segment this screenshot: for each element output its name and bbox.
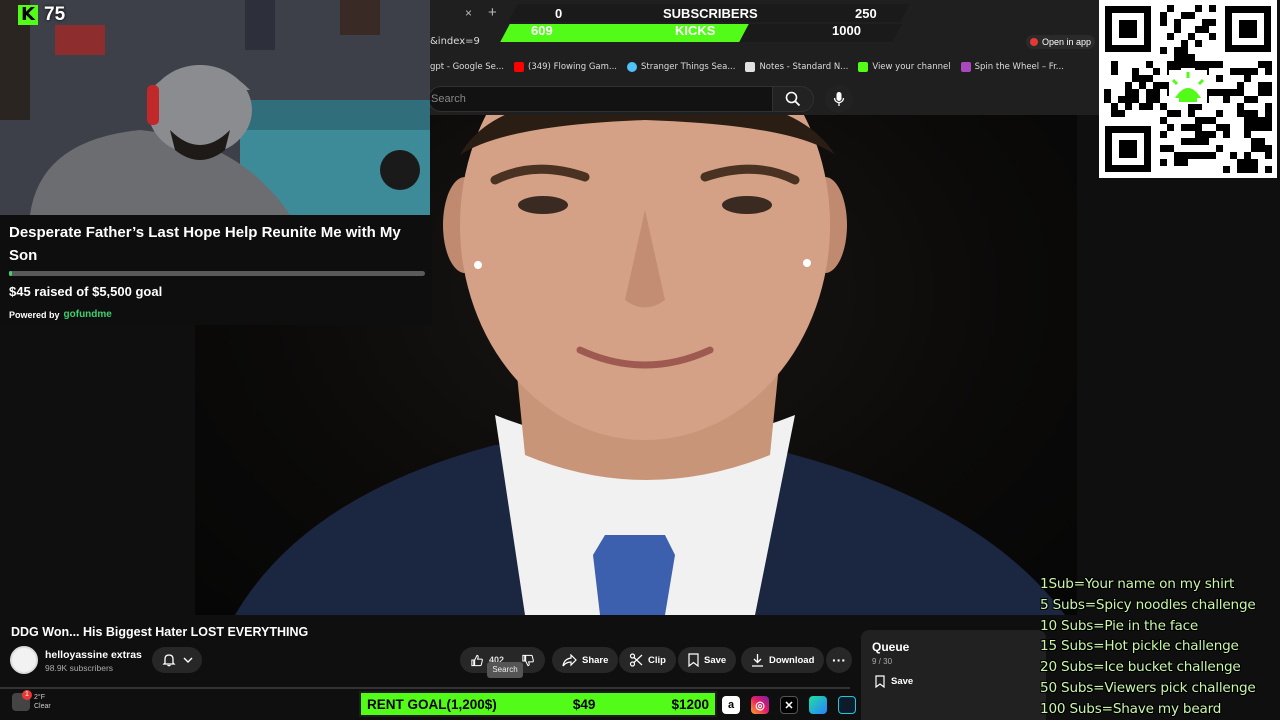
webcam-image [0, 0, 430, 215]
thumbs-up-icon[interactable] [470, 653, 484, 668]
open-in-app-button[interactable]: Open in app [1026, 35, 1096, 49]
kicks-label: KICKS [675, 23, 716, 38]
voice-search-button[interactable] [825, 85, 853, 113]
bookmark-item[interactable]: View your channel [858, 62, 951, 72]
queue-save-button[interactable]: Save [875, 675, 913, 688]
channel-avatar[interactable] [10, 646, 38, 674]
bookmark-icon [688, 653, 699, 667]
bookmark-item[interactable]: Notes - Standard N... [745, 62, 848, 72]
gofundme-logo: gofundme [63, 309, 112, 320]
sub-goal-item: 15 Subs=Hot pickle challenge [1040, 638, 1239, 655]
rent-goal-current: $49 [572, 696, 596, 712]
share-icon [562, 653, 577, 666]
sub-goal-item: 20 Subs=Ice bucket challenge [1040, 659, 1241, 676]
sub-goal-item: 50 Subs=Viewers pick challenge [1040, 679, 1256, 696]
notes-icon [745, 62, 756, 72]
thumbs-down-icon[interactable] [521, 653, 535, 668]
sub-goals-list: 1Sub=Your name on my shirt 5 Subs=Spicy … [1040, 574, 1280, 720]
microphone-icon [833, 92, 845, 106]
weather-desc: Clear [34, 703, 51, 710]
channel-name[interactable]: helloyassine extras [45, 649, 142, 661]
kick-follower-badge: K 75 [18, 4, 65, 26]
x-icon[interactable]: ✕ [780, 696, 798, 714]
gofundme-progress-fill [9, 271, 13, 276]
youtube-icon [514, 62, 525, 72]
subs-current: 0 [555, 6, 563, 21]
taskbar-apps: a ◎ ✕ [722, 696, 856, 714]
bookmark-icon [875, 675, 885, 688]
rent-goal-target: $1200 [671, 696, 709, 712]
queue-title: Queue [872, 640, 910, 654]
queue-panel[interactable]: Queue 9 / 30 Save [861, 630, 1046, 720]
open-in-app-label: Open in app [1042, 37, 1092, 47]
gofundme-powered-by: Powered by gofundme [9, 309, 112, 320]
subs-goal: 250 [855, 6, 877, 21]
channel-subscribers: 98.9K subscribers [45, 663, 114, 673]
share-button[interactable]: Share [552, 647, 619, 673]
sub-goal-item: 5 Subs=Spicy noodles challenge [1040, 596, 1256, 613]
video-title: DDG Won... His Biggest Hater LOST EVERYT… [11, 625, 309, 639]
instagram-icon[interactable]: ◎ [751, 696, 769, 714]
tab-close-button[interactable]: × [465, 6, 472, 20]
gofundme-raised: $45 raised of $5,500 goal [9, 284, 163, 299]
notification-badge: 1 [22, 690, 32, 700]
rent-goal-bar: RENT GOAL(1,200$) $49 $1200 [359, 691, 717, 717]
bookmarks-bar: gpt - Google Se... (349) Flowing Gam... … [430, 58, 1064, 76]
kicks-goal: 1000 [832, 23, 861, 38]
search-icon [785, 91, 801, 107]
amazon-icon[interactable]: a [722, 696, 740, 714]
webcam-feed: K 75 [0, 0, 430, 215]
youtube-icon [1030, 38, 1038, 46]
gofundme-progress-bar [9, 271, 425, 276]
download-button[interactable]: Download [741, 647, 825, 673]
kick-icon [858, 62, 869, 72]
new-tab-button[interactable]: + [488, 4, 497, 21]
search-button[interactable] [772, 86, 814, 112]
rent-goal-label: RENT GOAL(1,200$) [367, 696, 497, 712]
address-bar-url[interactable]: &index=9 [430, 36, 480, 47]
qr-code-image [1104, 5, 1272, 173]
more-actions-button[interactable]: ··· [826, 647, 852, 673]
globe-icon [627, 62, 638, 72]
notification-bell-button[interactable] [152, 647, 202, 673]
save-button[interactable]: Save [678, 647, 737, 673]
queue-count: 9 / 30 [872, 657, 893, 666]
sub-goal-item: 10 Subs=Pie in the face [1040, 617, 1199, 634]
weather-temp: 2°F [34, 694, 45, 701]
gofundme-title: Desperate Father’s Last Hope Help Reunit… [9, 224, 401, 264]
sub-goal-item: 100 Subs=Shave my beard [1040, 700, 1222, 717]
chevron-down-icon [183, 657, 192, 663]
subs-kicks-counter: 0 SUBSCRIBERS 250 609 KICKS 1000 [500, 4, 910, 42]
stream-screen: { "browser": { "tab_close": "×", "tab_ne… [0, 0, 1280, 720]
kick-follower-count: 75 [44, 4, 66, 25]
qr-code [1099, 0, 1277, 178]
weather-icon: 1 [12, 690, 32, 711]
sub-goal-item: 1Sub=Your name on my shirt [1040, 576, 1235, 592]
bookmark-item[interactable]: Spin the Wheel – Fr... [960, 62, 1064, 72]
wheel-icon [960, 62, 971, 72]
bell-icon [161, 654, 176, 667]
gofundme-widget: Desperate Father’s Last Hope Help Reunit… [0, 215, 432, 325]
tooltip: Search [487, 662, 523, 678]
scissors-icon [629, 653, 643, 667]
powered-by-label: Powered by [9, 309, 60, 320]
subs-label: SUBSCRIBERS [663, 6, 758, 21]
download-icon [752, 654, 763, 667]
kicks-current: 609 [531, 23, 553, 38]
divider [0, 687, 850, 689]
more-icon: ··· [832, 652, 846, 668]
bookmark-item[interactable]: Stranger Things Sea... [627, 62, 735, 72]
kick-icon: K [18, 5, 38, 25]
weather-widget[interactable]: 1 2°F Clear [12, 690, 51, 711]
bookmark-item[interactable]: gpt - Google Se... [430, 62, 504, 72]
copilot-icon[interactable] [809, 696, 827, 714]
search-input[interactable]: Search [428, 86, 772, 112]
weather-text: 2°F Clear [34, 693, 51, 711]
bookmark-item[interactable]: (349) Flowing Gam... [514, 62, 617, 72]
app-icon[interactable] [838, 696, 856, 714]
clip-button[interactable]: Clip [619, 647, 676, 673]
